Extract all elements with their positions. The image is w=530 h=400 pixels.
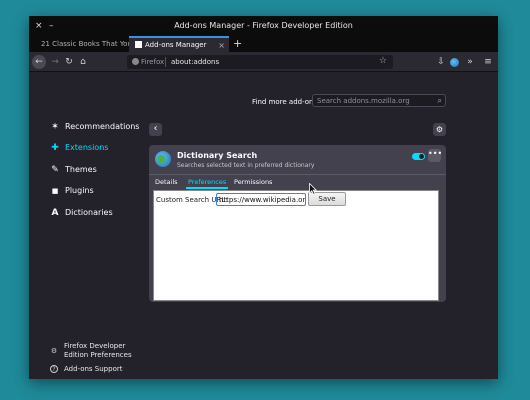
url-text[interactable]: about:addons bbox=[171, 58, 219, 66]
addons-search-input[interactable]: Search addons.mozilla.org ⌕ bbox=[312, 94, 446, 107]
addon-description: Searches selected text in preferred dict… bbox=[177, 162, 315, 169]
search-icon: ⌕ bbox=[437, 96, 442, 105]
home-button[interactable]: ⌂ bbox=[76, 55, 90, 69]
tab-close-icon[interactable]: × bbox=[218, 41, 225, 50]
sidebar-item-extensions[interactable]: ✚ Extensions bbox=[49, 143, 108, 153]
find-more-label: Find more add-ons bbox=[252, 98, 318, 106]
tab-details[interactable]: Details bbox=[155, 178, 178, 186]
addon-tab-bar: Details Preferences Permissions bbox=[149, 174, 446, 189]
window-title: Add-ons Manager - Firefox Developer Edit… bbox=[174, 21, 353, 30]
recommendations-icon: ✶ bbox=[51, 122, 59, 132]
sidebar-support-link[interactable]: ? Add-ons Support bbox=[49, 365, 122, 374]
firefox-logo-icon bbox=[132, 58, 139, 65]
preferences-label-line1: Firefox Developer bbox=[64, 342, 126, 350]
url-separator bbox=[165, 57, 166, 67]
sidebar-preferences-link[interactable]: ⚙ Firefox Developer Edition Preferences bbox=[49, 342, 132, 360]
dictionary-icon: A bbox=[51, 208, 59, 218]
support-label: Add-ons Support bbox=[64, 365, 123, 373]
title-bar: × – Add-ons Manager - Firefox Developer … bbox=[29, 16, 498, 36]
gear-icon: ⚙ bbox=[50, 347, 58, 355]
gear-icon[interactable]: ⚙ bbox=[433, 123, 446, 136]
addons-page: ✶ Recommendations ✚ Extensions ✎ Themes ■ Pl… bbox=[29, 72, 498, 379]
identity-label: Firefox bbox=[141, 58, 165, 66]
sidebar-item-label: Extensions bbox=[65, 143, 109, 152]
downloads-icon[interactable]: ⇩ bbox=[434, 55, 448, 69]
sidebar-item-label: Recommendations bbox=[65, 122, 140, 131]
sidebar-item-dictionaries[interactable]: A Dictionaries bbox=[49, 208, 113, 218]
new-tab-button[interactable]: + bbox=[233, 37, 242, 50]
tab-label: Add-ons Manager bbox=[145, 41, 207, 49]
tab-addons-manager[interactable]: Add-ons Manager × bbox=[129, 36, 229, 52]
puzzle-icon bbox=[135, 41, 142, 48]
sidebar-item-plugins[interactable]: ■ Plugins bbox=[49, 186, 94, 195]
tab-label: 21 Classic Books That You bbox=[41, 40, 132, 48]
sidebar-item-recommendations[interactable]: ✶ Recommendations bbox=[49, 122, 139, 132]
bookmark-star-icon[interactable]: ☆ bbox=[379, 56, 387, 66]
addon-name: Dictionary Search bbox=[177, 151, 258, 160]
hamburger-menu-icon[interactable]: ≡ bbox=[481, 55, 495, 69]
sidebar-item-label: Dictionaries bbox=[65, 208, 113, 217]
mouse-cursor-icon bbox=[309, 183, 317, 195]
tab-permissions[interactable]: Permissions bbox=[234, 178, 272, 186]
puzzle-icon: ✚ bbox=[51, 143, 59, 153]
globe-icon bbox=[155, 151, 171, 167]
reload-button[interactable]: ↻ bbox=[62, 55, 76, 69]
preferences-panel: Custom Search URL: https://www.wikipedia… bbox=[153, 190, 439, 301]
firefox-window: × – Add-ons Manager - Firefox Developer … bbox=[29, 16, 498, 379]
addon-enable-toggle[interactable] bbox=[412, 153, 425, 160]
brush-icon: ✎ bbox=[51, 165, 59, 175]
custom-search-url-input[interactable]: https://www.wikipedia.org/s bbox=[216, 193, 306, 206]
back-arrow-button[interactable]: ‹ bbox=[149, 123, 162, 136]
sidebar-item-label: Themes bbox=[65, 165, 97, 174]
extension-globe-icon[interactable] bbox=[450, 58, 459, 67]
tab-strip: 21 Classic Books That You × Add-ons Mana… bbox=[29, 36, 498, 52]
sidebar-item-label: Plugins bbox=[65, 186, 94, 195]
tab-preferences[interactable]: Preferences bbox=[185, 178, 229, 189]
forward-button[interactable]: → bbox=[48, 55, 62, 69]
help-icon: ? bbox=[50, 365, 58, 373]
navigation-toolbar: ← → ↻ ⌂ Firefox about:addons ☆ ⇩ » ≡ bbox=[29, 52, 498, 72]
url-bar[interactable]: Firefox about:addons ☆ bbox=[127, 55, 393, 69]
sidebar-item-themes[interactable]: ✎ Themes bbox=[49, 165, 97, 175]
plugin-icon: ■ bbox=[51, 187, 59, 195]
preferences-label-line2: Edition Preferences bbox=[64, 351, 132, 359]
addon-card: Dictionary Search Searches selected text… bbox=[149, 145, 446, 302]
search-placeholder: Search addons.mozilla.org bbox=[317, 97, 410, 105]
back-button[interactable]: ← bbox=[32, 55, 46, 69]
addon-more-options-button[interactable]: ••• bbox=[428, 149, 442, 162]
overflow-menu-icon[interactable]: » bbox=[463, 55, 477, 69]
